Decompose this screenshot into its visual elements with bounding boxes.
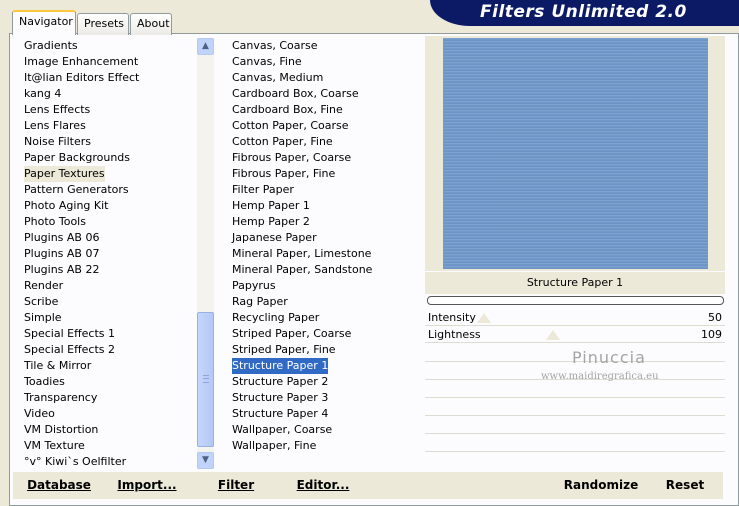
filter-item[interactable]: Hemp Paper 2 <box>232 215 310 228</box>
category-item[interactable]: Noise Filters <box>24 135 91 148</box>
parameter-value: 50 <box>708 311 722 324</box>
category-item[interactable]: Plugins AB 07 <box>24 247 99 260</box>
parameter-row[interactable]: Lightness 109 <box>425 327 725 343</box>
filter-item[interactable]: Wallpaper, Fine <box>232 439 316 452</box>
parameter-row[interactable]: Intensity 50 <box>425 310 725 326</box>
category-item[interactable]: Image Enhancement <box>24 55 138 68</box>
category-item[interactable]: Pattern Generators <box>24 183 129 196</box>
progress-bar <box>427 296 724 305</box>
filter-item[interactable]: Striped Paper, Coarse <box>232 327 351 340</box>
filter-item[interactable]: Filter Paper <box>232 183 294 196</box>
category-item[interactable]: Gradients <box>24 39 78 52</box>
filter-item[interactable]: Canvas, Fine <box>232 55 302 68</box>
category-item[interactable]: Plugins AB 06 <box>24 231 99 244</box>
filter-item[interactable]: Cardboard Box, Coarse <box>232 87 359 100</box>
filter-item[interactable]: Fibrous Paper, Fine <box>232 167 335 180</box>
category-item[interactable]: Plugins AB 22 <box>24 263 99 276</box>
category-item[interactable]: Tile & Mirror <box>24 359 91 372</box>
category-scrollbar[interactable]: ▲ ▼ <box>197 38 214 469</box>
preview-frame <box>425 36 725 271</box>
category-item[interactable]: Video <box>24 407 55 420</box>
filter-item[interactable]: Wallpaper, Coarse <box>232 423 332 436</box>
parameter-value: 109 <box>701 328 722 341</box>
editor-button[interactable]: Editor... <box>295 472 351 499</box>
import-button[interactable]: Import... <box>115 472 179 499</box>
scroll-down-button[interactable]: ▼ <box>197 452 214 469</box>
category-item[interactable]: Toadies <box>24 375 65 388</box>
category-list[interactable]: Gradients Image Enhancement It@lian Editor… <box>21 38 197 470</box>
tab-about[interactable]: About <box>130 13 172 35</box>
scroll-thumb[interactable] <box>197 312 214 447</box>
category-item[interactable]: Scribe <box>24 295 58 308</box>
filter-item[interactable]: Hemp Paper 1 <box>232 199 310 212</box>
preview-image <box>443 38 708 269</box>
category-item[interactable]: Transparency <box>24 391 97 404</box>
bottom-bar: Database Import... Filter Info... Editor… <box>13 472 723 506</box>
filter-item[interactable]: Rag Paper <box>232 295 288 308</box>
category-item[interactable]: Lens Flares <box>24 119 86 132</box>
category-item[interactable]: Paper Backgrounds <box>24 151 130 164</box>
category-item[interactable]: Special Effects 2 <box>24 343 115 356</box>
category-item[interactable]: Render <box>24 279 63 292</box>
category-item[interactable]: Photo Tools <box>24 215 86 228</box>
watermark-url: www.maidiregrafica.eu <box>541 371 659 382</box>
preview-filter-name: Structure Paper 1 <box>425 272 725 294</box>
category-item[interactable]: Paper Textures <box>24 166 105 182</box>
filter-item[interactable]: Mineral Paper, Sandstone <box>232 263 372 276</box>
filter-item[interactable]: Mineral Paper, Limestone <box>232 247 371 260</box>
randomize-button[interactable]: Randomize <box>563 472 639 499</box>
filter-item[interactable]: Canvas, Coarse <box>232 39 318 52</box>
title-banner: Filters Unlimited 2.0 <box>430 0 739 26</box>
slider-handle-icon[interactable] <box>546 330 561 340</box>
filter-item[interactable]: Recycling Paper <box>232 311 319 324</box>
filter-item[interactable]: Striped Paper, Fine <box>232 343 336 356</box>
parameter-row <box>425 382 725 398</box>
category-item[interactable]: VM Texture <box>24 439 85 452</box>
parameter-row <box>425 436 725 452</box>
parameter-row <box>425 400 725 416</box>
filter-list[interactable]: Canvas, Coarse Canvas, Fine Canvas, Medium… <box>229 38 417 454</box>
category-item[interactable]: Simple <box>24 311 62 324</box>
category-item[interactable]: Special Effects 1 <box>24 327 115 340</box>
filter-item[interactable]: Cotton Paper, Coarse <box>232 119 349 132</box>
category-item[interactable]: Lens Effects <box>24 103 90 116</box>
category-item[interactable]: Photo Aging Kit <box>24 199 108 212</box>
app-title: Filters Unlimited 2.0 <box>480 2 687 22</box>
tab-navigator[interactable]: Navigator <box>12 10 76 35</box>
parameter-row <box>425 418 725 434</box>
filter-item[interactable]: Structure Paper 4 <box>232 407 328 420</box>
slider-handle-icon[interactable] <box>476 313 491 323</box>
parameter-label: Lightness <box>428 328 481 341</box>
grip-icon <box>203 375 209 383</box>
parameter-label: Intensity <box>428 311 476 324</box>
filter-item[interactable]: Structure Paper 1 <box>232 358 329 374</box>
filter-item[interactable]: Canvas, Medium <box>232 71 323 84</box>
database-button[interactable]: Database <box>27 472 91 499</box>
filter-item[interactable]: Papyrus <box>232 279 276 292</box>
parameter-area: Intensity 50 Lightness 109 <box>425 310 725 469</box>
filter-item[interactable]: Fibrous Paper, Coarse <box>232 151 351 164</box>
category-item[interactable]: It@lian Editors Effect <box>24 71 139 84</box>
reset-button[interactable]: Reset <box>661 472 709 499</box>
filter-item[interactable]: Cardboard Box, Fine <box>232 103 343 116</box>
filter-item[interactable]: Structure Paper 2 <box>232 375 328 388</box>
watermark-name: Pinuccia <box>572 348 646 367</box>
filter-info-button[interactable]: Filter Info... <box>198 472 274 506</box>
scroll-up-button[interactable]: ▲ <box>197 38 214 55</box>
filter-item[interactable]: Japanese Paper <box>232 231 317 244</box>
category-item[interactable]: VM Distortion <box>24 423 98 436</box>
tab-presets[interactable]: Presets <box>77 13 129 35</box>
filter-item[interactable]: Structure Paper 3 <box>232 391 328 404</box>
category-item[interactable]: °v° Kiwi`s Oelfilter <box>24 455 126 468</box>
filter-item[interactable]: Cotton Paper, Fine <box>232 135 333 148</box>
category-item[interactable]: kang 4 <box>24 87 61 100</box>
